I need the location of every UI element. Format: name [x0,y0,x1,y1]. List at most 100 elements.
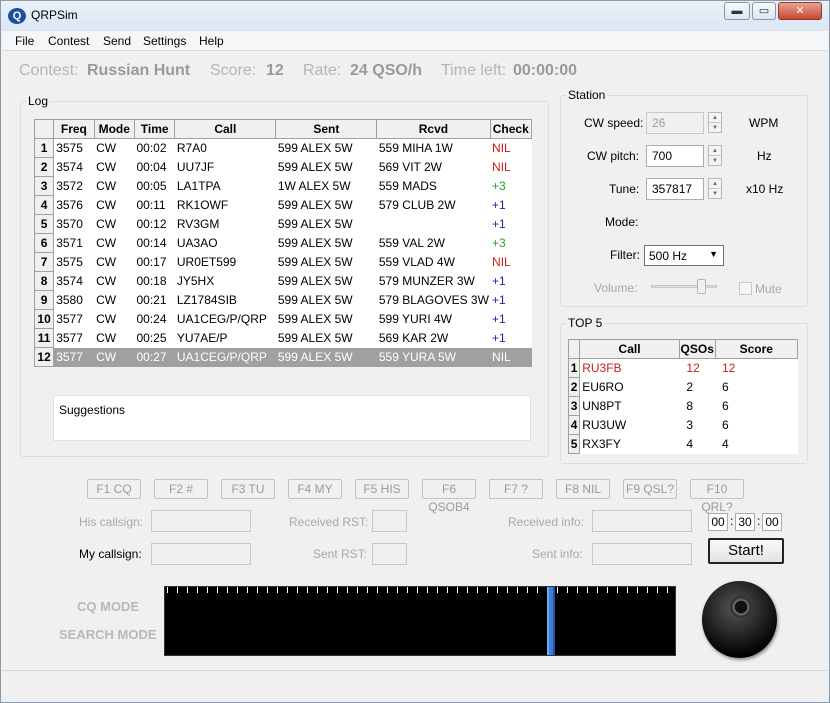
menu-help[interactable]: Help [199,34,224,48]
menu-send[interactable]: Send [103,34,131,48]
log-cell-time: 00:05 [136,179,167,193]
f6-qsob4-button[interactable]: F6 QSOB4 [422,479,476,514]
log-row[interactable]: 5 3570 CW 00:12 RV3GM 599 ALEX 5W +1 [33,214,532,234]
cw-speed-spinner[interactable]: ▲ ▼ [708,112,722,133]
f10-qrl-button[interactable]: F10 QRL? [690,479,744,514]
waterfall-tick [367,587,368,593]
volume-slider-thumb[interactable] [697,279,706,294]
log-table[interactable]: Freq Mode Time Call Sent Rcvd Check 1 357… [33,119,533,367]
time-left-label: Time left: [441,62,507,79]
his-callsign-input[interactable] [151,510,251,532]
log-row[interactable]: 12 3577 CW 00:27 UA1CEG/P/QRP 599 ALEX 5W 559 … [33,347,532,367]
cw-pitch-field[interactable]: 700 [646,145,704,167]
log-cell-check: +1 [492,274,506,288]
knob-cap [730,596,752,618]
log-cell-freq: 3575 [56,255,83,269]
log-cell-check: NIL [492,141,511,156]
log-row[interactable]: 7 3575 CW 00:17 UR0ET599 599 ALEX 5W 559 VLAD … [33,252,532,272]
log-col-mode[interactable]: Mode [93,119,135,139]
timer-seconds-field[interactable]: 00 [762,513,782,531]
log-row-number: 3 [33,176,55,196]
rate-label: Rate: [303,62,342,79]
top5-cell-score: 4 [722,437,729,451]
log-col-call[interactable]: Call [174,119,277,139]
my-callsign-input[interactable] [151,543,251,565]
f7-query-button[interactable]: F7 ? [489,479,543,499]
f4-my-button[interactable]: F4 MY [288,479,342,499]
log-row[interactable]: 6 3571 CW 00:14 UA3AO 599 ALEX 5W 559 VAL 2W +3 [33,233,532,253]
start-button[interactable]: Start! [708,538,784,564]
log-row[interactable]: 10 3577 CW 00:24 UA1CEG/P/QRP 599 ALEX 5W 599 … [33,309,532,329]
maximize-button[interactable]: ▭ [752,2,776,20]
f8-nil-button[interactable]: F8 NIL [556,479,610,499]
tune-field[interactable]: 357817 [646,178,704,200]
title-bar[interactable]: Q QRPSim ▬ ▭ ✕ [1,1,829,31]
close-button[interactable]: ✕ [778,2,822,20]
log-cell-freq: 3574 [56,274,83,288]
timer-hours-field[interactable]: 00 [708,513,728,531]
f9-qsl-button[interactable]: F9 QSL? [623,479,677,499]
top5-cell-qsos: 8 [686,399,694,413]
filter-select[interactable]: 500 Hz ▼ [644,245,724,266]
tuning-knob-icon[interactable] [702,581,777,658]
log-cell-time: 00:04 [136,160,167,174]
top5-cell-qsos: 4 [686,437,694,451]
waterfall-tick [577,587,578,593]
log-row-number: 9 [33,290,55,310]
log-col-freq[interactable]: Freq [53,119,95,139]
log-cell-time: 00:18 [136,274,167,288]
log-cell-time: 00:21 [136,293,167,307]
menu-file[interactable]: File [15,34,34,48]
f2-number-button[interactable]: F2 # [154,479,208,499]
log-cell-sent: 599 ALEX 5W [277,331,353,345]
log-col-index [33,119,55,139]
received-rst-label: Received RST: [289,515,369,529]
log-row[interactable]: 9 3580 CW 00:21 LZ1784SIB 599 ALEX 5W 579 BLAG… [33,290,532,310]
f5-his-button[interactable]: F5 HIS [355,479,409,499]
tuning-cursor[interactable] [547,587,555,655]
cq-mode-label[interactable]: CQ MODE [77,599,139,614]
volume-slider-track[interactable] [651,285,717,288]
f1-cq-button[interactable]: F1 CQ [87,479,141,499]
log-row[interactable]: 3 3572 CW 00:05 LA1TPA 1W ALEX 5W 559 MADS +3 [33,176,532,196]
cw-speed-unit: WPM [749,116,779,130]
top5-cell-call: RU3FB [582,361,622,376]
waterfall-tick [517,587,518,593]
mute-checkbox[interactable] [739,282,752,295]
cw-speed-field[interactable]: 26 [646,112,704,134]
received-rst-input[interactable] [372,510,407,532]
log-row[interactable]: 1 3575 CW 00:02 R7A0 599 ALEX 5W 559 MIHA 1W NI… [33,138,532,158]
waterfall-tick [497,587,498,593]
sent-rst-input[interactable] [372,543,407,565]
tune-spinner[interactable]: ▲ ▼ [708,178,722,199]
log-row[interactable]: 8 3574 CW 00:18 JY5HX 599 ALEX 5W 579 MUNZER 3… [33,271,532,291]
cw-pitch-unit: Hz [757,149,772,163]
log-cell-call: YU7AE/P [176,331,228,345]
log-row[interactable]: 2 3574 CW 00:04 UU7JF 599 ALEX 5W 569 VIT 2W NI… [33,157,532,177]
log-cell-freq: 3580 [56,293,83,307]
search-mode-label[interactable]: SEARCH MODE [59,627,157,642]
log-col-check[interactable]: Check [489,119,533,139]
timer-minutes-field[interactable]: 30 [735,513,755,531]
waterfall-tick [427,587,428,593]
main-window: Q QRPSim ▬ ▭ ✕ File Contest Send Setting… [0,0,830,703]
cw-pitch-spinner[interactable]: ▲ ▼ [708,145,722,166]
sent-info-input[interactable] [592,543,692,565]
log-col-time[interactable]: Time [133,119,176,139]
waterfall-tick [357,587,358,593]
menu-contest[interactable]: Contest [48,34,89,48]
menu-settings[interactable]: Settings [143,34,186,48]
f3-tu-button[interactable]: F3 TU [221,479,275,499]
log-col-rcvd[interactable]: Rcvd [376,119,491,139]
log-cell-freq: 3575 [56,141,83,156]
log-row[interactable]: 4 3576 CW 00:11 RK1OWF 599 ALEX 5W 579 CLUB 2W… [33,195,532,215]
score-label: Score: [210,62,257,79]
waterfall-display[interactable] [164,586,676,656]
log-cell-freq: 3572 [56,179,83,193]
top5-table[interactable]: Call QSOs Score 1 RU3FB 12 12 2 EU6RO 2 6 3 UN8PT… [567,339,799,454]
minimize-button[interactable]: ▬ [724,2,750,20]
waterfall-tick [607,587,608,593]
received-info-input[interactable] [592,510,692,532]
log-row[interactable]: 11 3577 CW 00:25 YU7AE/P 599 ALEX 5W 569 KAR 2… [33,328,532,348]
log-col-sent[interactable]: Sent [275,119,378,139]
